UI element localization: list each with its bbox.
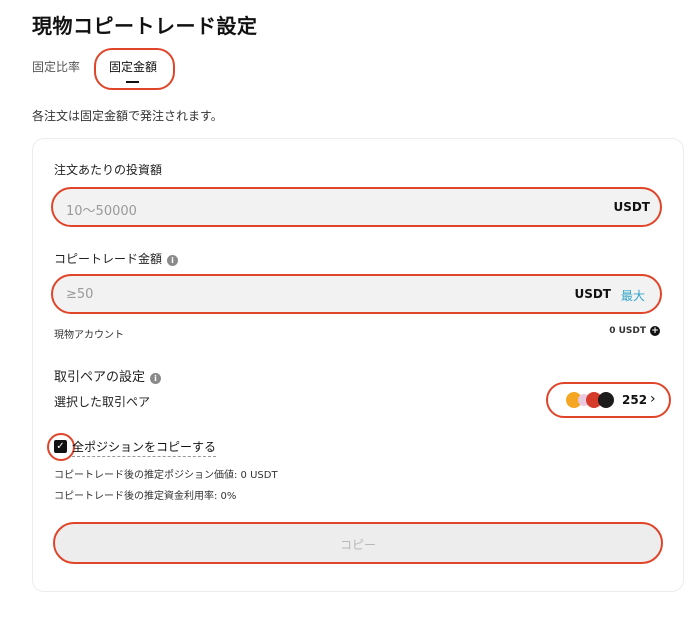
order-amount-unit: USDT [613, 200, 650, 214]
max-button[interactable]: 最大 [621, 287, 645, 304]
sol-icon [598, 392, 614, 408]
add-funds-icon[interactable]: + [650, 326, 660, 336]
mode-description: 各注文は固定金額で発注されます。 [32, 109, 223, 123]
pairs-label-row: 取引ペアの設定 i [54, 366, 162, 385]
tab-fixed-ratio[interactable]: 固定比率 [32, 58, 80, 75]
copy-amount-unit: USDT [574, 287, 611, 301]
copy-amount-placeholder: ≥50 [66, 287, 94, 302]
copy-amount-input[interactable]: ≥50 USDT 最大 [51, 274, 662, 314]
copy-amount-label: コピートレード金額 [54, 252, 163, 266]
spot-account-value: 0 USDT [609, 326, 646, 336]
page-title: 現物コピートレード設定 [32, 14, 258, 38]
tab-highlight-ring [94, 48, 175, 90]
order-amount-label: 注文あたりの投資額 [54, 163, 163, 177]
spot-account-balance: 0 USDT + [609, 326, 660, 336]
chevron-right-icon: › [650, 391, 656, 407]
copy-amount-label-row: コピートレード金額 i [54, 250, 179, 267]
copy-button-label: コピー [339, 538, 376, 552]
order-amount-placeholder: 10〜50000 [66, 204, 137, 219]
estimated-utilization: コピートレード後の推定資金利用率: 0% [54, 491, 237, 502]
copy-all-checkbox[interactable]: ✓ [54, 440, 67, 453]
selected-pairs-label: 選択した取引ペア [54, 395, 151, 409]
copy-all-label[interactable]: 全ポジションをコピーする [72, 438, 217, 457]
copy-button[interactable]: コピー [53, 522, 663, 564]
pair-count: 252 [622, 393, 648, 407]
estimated-position-value: コピートレード後の推定ポジション価値: 0 USDT [54, 470, 278, 481]
pair-selector-button[interactable]: 252 › [546, 382, 671, 418]
info-icon[interactable]: i [167, 255, 179, 266]
spot-account-label: 現物アカウント [54, 330, 124, 341]
order-amount-input[interactable]: 10〜50000 USDT [51, 187, 662, 227]
pairs-label: 取引ペアの設定 [54, 370, 146, 385]
info-icon[interactable]: i [150, 373, 162, 384]
